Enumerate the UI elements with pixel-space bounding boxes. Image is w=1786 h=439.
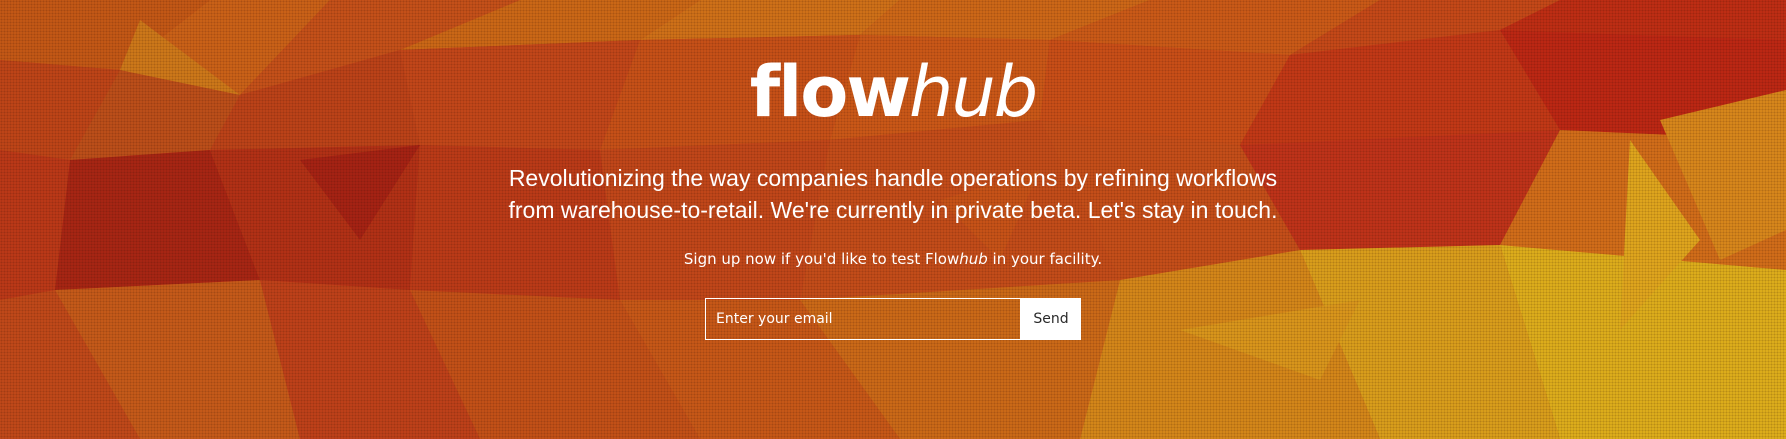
signup-prompt-after: in your facility. — [987, 250, 1103, 268]
signup-prompt-brand: hub — [959, 250, 988, 268]
logo-wordmark-hub: hub — [909, 51, 1038, 133]
send-button[interactable]: Send — [1021, 298, 1081, 340]
tagline-line-2: from warehouse-to-retail. We're currentl… — [508, 197, 1278, 223]
logo-wordmark-flow: flow — [749, 51, 911, 133]
email-signup-form: Send — [705, 298, 1081, 340]
email-input[interactable] — [705, 298, 1021, 340]
signup-prompt-before: Sign up now if you'd like to test Flow — [683, 250, 960, 268]
tagline: Revolutionizing the way companies handle… — [443, 162, 1343, 226]
hero-content: flowhub Revolutionizing the way companie… — [0, 0, 1786, 439]
tagline-line-1: Revolutionizing the way companies handle… — [508, 165, 1278, 191]
hero-section: flowhub Revolutionizing the way companie… — [0, 0, 1786, 439]
signup-prompt: Sign up now if you'd like to test Flowhu… — [0, 248, 1786, 270]
flowhub-logo: flowhub — [0, 52, 1786, 132]
